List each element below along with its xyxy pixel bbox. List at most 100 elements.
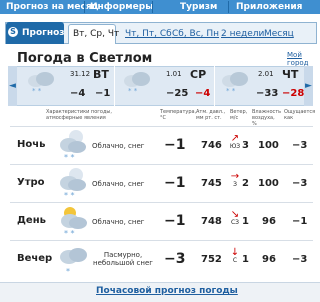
- wind-indicator: ↘ СЗ: [228, 209, 242, 227]
- wind-speed-value: 2: [242, 178, 249, 189]
- day-date: 1.01: [166, 70, 182, 78]
- col-header-pressure: Атм. давл., мм рт. ст.: [196, 109, 226, 121]
- col-header-temperature: Температура, °C: [160, 109, 197, 121]
- day-date: 2.01: [258, 70, 274, 78]
- tab-tue-wed-thu-label: Вт, Ср, Чт: [73, 29, 120, 39]
- my-city-link[interactable]: Мой город: [287, 51, 320, 67]
- day-card-3[interactable]: * * 2.01 ЧТ −33 −28: [216, 66, 304, 106]
- col-header-characteristics: Характеристики погоды, атмосферные явлен…: [46, 109, 112, 121]
- tab-thu-fri-sat[interactable]: Чт, Пт, Сб: [125, 29, 172, 39]
- row-divider: [10, 202, 313, 203]
- wind-arrow-icon: ↗: [230, 133, 240, 144]
- cloud-snow-icon: *: [58, 242, 88, 276]
- condition-text: Облачно, снег: [92, 218, 145, 226]
- nav-item-informers[interactable]: Информеры: [90, 2, 153, 12]
- pressure-value: 748: [201, 216, 222, 227]
- top-nav: Прогноз на месяц Информеры Туризм Прилож…: [0, 0, 320, 14]
- svg-text:* *: * *: [128, 87, 138, 94]
- day-temp-night: −28: [282, 88, 305, 99]
- wind-speed-value: 1: [242, 216, 249, 227]
- nav-item-tourism[interactable]: Туризм: [180, 2, 217, 12]
- feels-like-value: −3: [292, 254, 308, 265]
- wind-indicator: ↓ С: [228, 247, 242, 265]
- humidity-value: 100: [258, 140, 279, 151]
- temperature-value: −1: [164, 213, 186, 229]
- svg-text:* *: * *: [226, 87, 236, 94]
- nav-divider: [152, 1, 153, 13]
- period-label: Утро: [17, 177, 45, 188]
- condition-text: Пасмурно, небольшой снег: [93, 251, 153, 267]
- humidity-value: 100: [258, 178, 279, 189]
- day-date: 31.12: [70, 70, 91, 78]
- nav-item-apps[interactable]: Приложения: [236, 2, 302, 12]
- pressure-value: 745: [201, 178, 222, 189]
- condition-text: Облачно, снег: [92, 180, 145, 188]
- svg-text:* *: * *: [64, 153, 75, 162]
- tab-sat-sun-mon[interactable]: Сб, Вс, Пн: [172, 29, 219, 39]
- svg-text:*: *: [66, 267, 70, 276]
- temperature-value: −3: [164, 251, 186, 267]
- col-header-humidity: Влажность воздуха, %: [252, 109, 282, 127]
- wind-direction: С: [232, 257, 238, 264]
- wind-arrow-icon: ↓: [230, 247, 240, 258]
- snow-cloud-icon: * *: [26, 70, 56, 94]
- hourly-forecast-link[interactable]: Почасовой прогноз погоды: [96, 286, 238, 296]
- nav-divider: [228, 1, 229, 13]
- condition-text: Облачно, снег: [92, 142, 145, 150]
- snow-cloud-icon: * *: [220, 70, 250, 94]
- humidity-value: 96: [262, 254, 276, 265]
- wind-direction: ЮЗ: [229, 143, 241, 150]
- tab-prognoz-label: Прогноз: [22, 28, 65, 38]
- day-temp-night: −4: [195, 88, 211, 99]
- moon-cloud-snow-icon: * *: [58, 166, 88, 200]
- svg-text:* *: * *: [64, 229, 75, 238]
- day-divider: [214, 66, 215, 106]
- wind-speed-value: 1: [242, 254, 249, 265]
- prognoz-logo-icon: S: [8, 27, 18, 37]
- day-temp-day: −33: [256, 88, 279, 99]
- day-divider: [114, 66, 115, 106]
- row-divider: [10, 126, 313, 127]
- period-label: Ночь: [17, 139, 46, 150]
- wind-direction: СЗ: [230, 219, 240, 226]
- temperature-value: −1: [164, 137, 186, 153]
- tab-two-weeks[interactable]: 2 недели: [221, 29, 264, 39]
- day-weekday: ВТ: [93, 68, 109, 81]
- col-header-wind: Ветер, м/с: [230, 109, 248, 121]
- day-weekday: ЧТ: [282, 68, 299, 81]
- wind-indicator: → З: [228, 171, 242, 189]
- wind-arrow-icon: ↘: [230, 209, 240, 220]
- temperature-value: −1: [164, 175, 186, 191]
- feels-like-value: −3: [292, 140, 308, 151]
- wind-indicator: ↗ ЮЗ: [228, 133, 242, 151]
- period-label: День: [17, 215, 46, 226]
- wind-direction: З: [233, 181, 237, 188]
- nav-divider: [84, 1, 85, 13]
- day-temp-day: −4: [70, 88, 86, 99]
- day-weekday: СР: [190, 68, 207, 81]
- tab-month[interactable]: Месяц: [264, 29, 294, 39]
- feels-like-value: −3: [292, 178, 308, 189]
- next-days-arrow-icon[interactable]: ►: [304, 66, 313, 106]
- svg-text:* *: * *: [32, 87, 42, 94]
- snow-cloud-icon: * *: [122, 70, 152, 94]
- day-card-1[interactable]: * * 31.12 ВТ −4 −1: [20, 66, 114, 106]
- row-divider: [10, 240, 313, 241]
- period-label: Вечер: [17, 253, 53, 264]
- day-temp-day: −25: [166, 88, 189, 99]
- wind-arrow-icon: →: [230, 171, 240, 182]
- pressure-value: 752: [201, 254, 222, 265]
- page-title: Погода в Светлом: [17, 51, 153, 66]
- day-temp-night: −1: [95, 88, 111, 99]
- day-card-2[interactable]: * * 1.01 СР −25 −4: [118, 66, 212, 106]
- sun-cloud-snow-icon: * *: [58, 204, 88, 238]
- moon-cloud-snow-icon: * *: [58, 128, 88, 162]
- wind-speed-value: 3: [242, 140, 249, 151]
- svg-text:* *: * *: [64, 191, 75, 200]
- prev-days-arrow-icon[interactable]: ◄: [8, 66, 17, 106]
- row-divider: [10, 164, 313, 165]
- humidity-value: 96: [262, 216, 276, 227]
- col-header-feels-like: Ощущается как: [284, 109, 316, 121]
- feels-like-value: −1: [292, 216, 308, 227]
- pressure-value: 746: [201, 140, 222, 151]
